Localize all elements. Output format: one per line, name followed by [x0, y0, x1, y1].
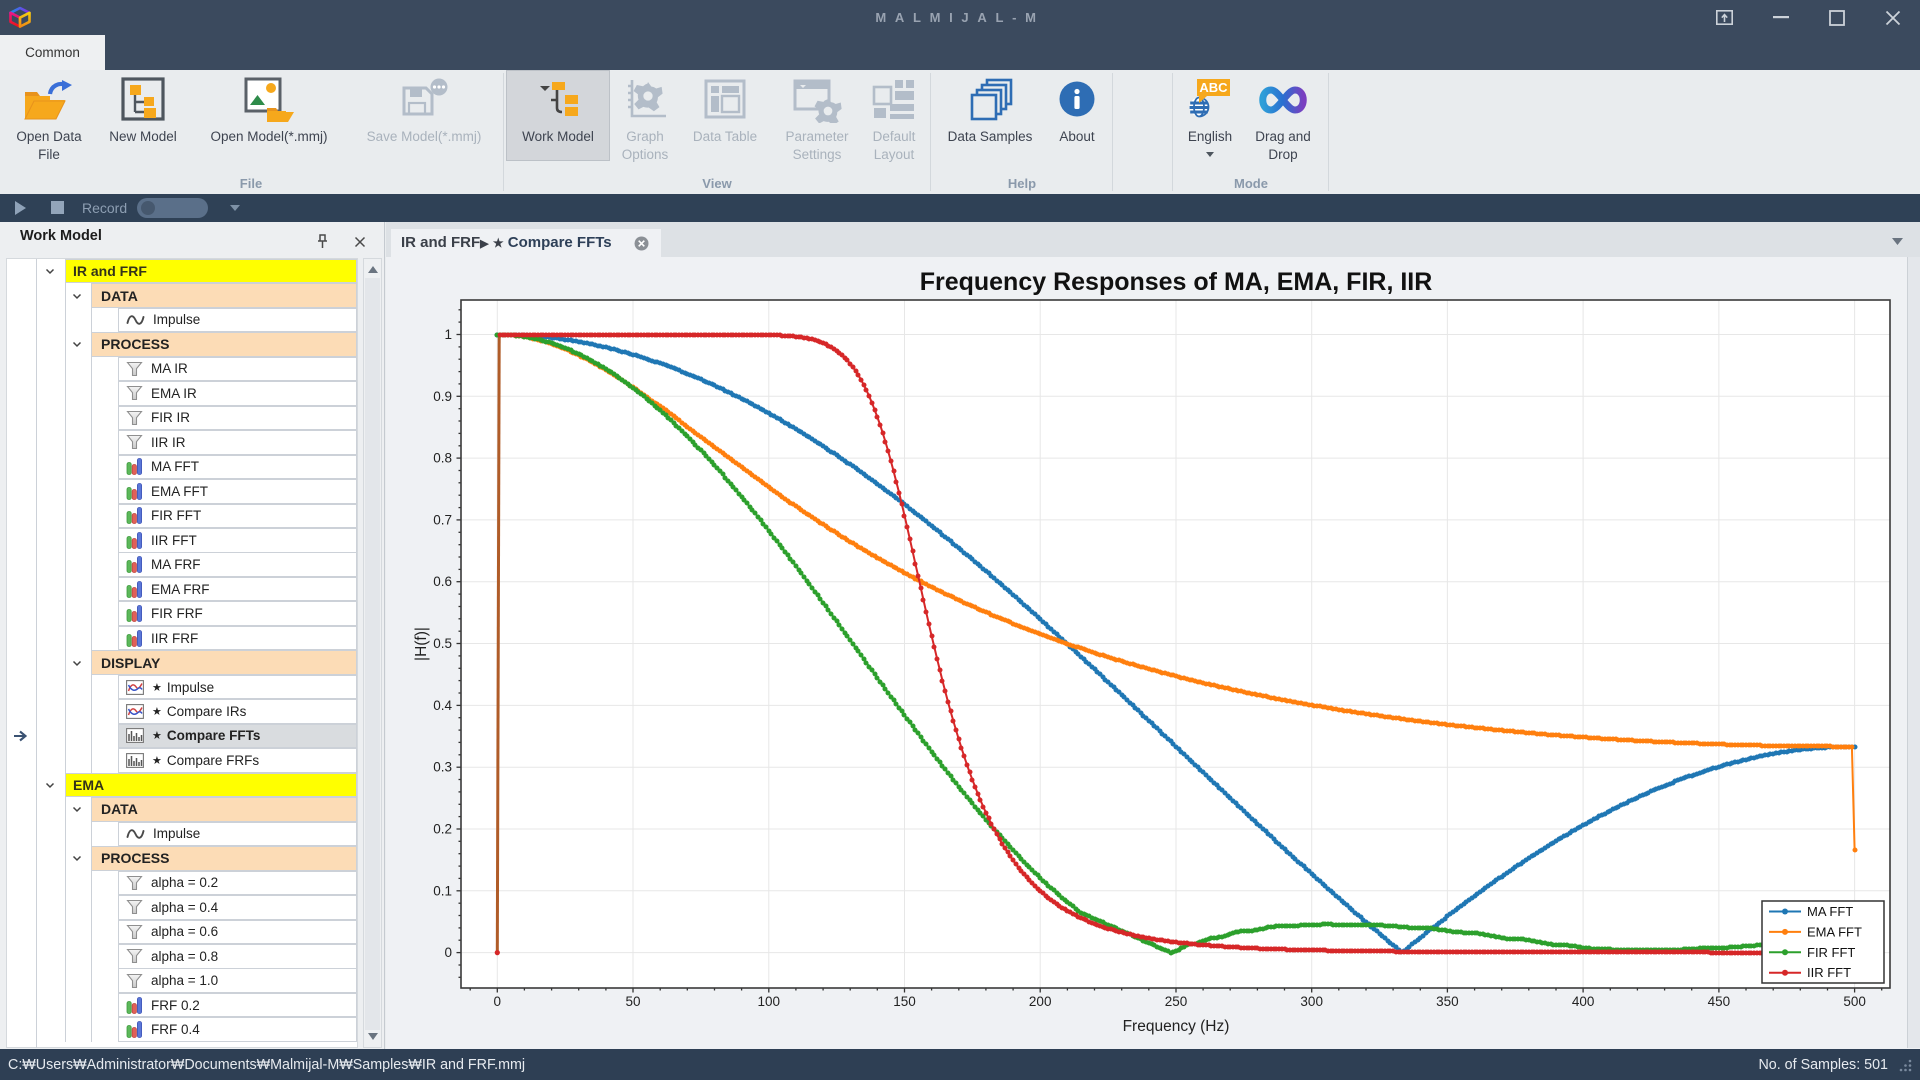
svg-text:0: 0 [444, 945, 452, 960]
svg-text:0.9: 0.9 [433, 389, 452, 404]
svg-text:0.6: 0.6 [433, 574, 452, 589]
svg-text:Frequency Responses of MA, EMA: Frequency Responses of MA, EMA, FIR, IIR [920, 268, 1433, 296]
svg-text:500: 500 [1843, 994, 1866, 1009]
svg-text:300: 300 [1300, 994, 1323, 1009]
svg-text:50: 50 [625, 994, 640, 1009]
svg-text:450: 450 [1708, 994, 1731, 1009]
svg-text:Frequency (Hz): Frequency (Hz) [1123, 1018, 1230, 1035]
svg-text:250: 250 [1165, 994, 1188, 1009]
svg-text:0.4: 0.4 [433, 698, 452, 713]
svg-text:IIR FFT: IIR FFT [1807, 965, 1851, 980]
svg-text:0.8: 0.8 [433, 451, 452, 466]
svg-text:ABC: ABC [1199, 80, 1228, 95]
svg-text:0: 0 [494, 994, 502, 1009]
svg-text:0.1: 0.1 [433, 883, 452, 898]
svg-text:EMA FFT: EMA FFT [1807, 924, 1862, 939]
svg-text:1: 1 [444, 327, 452, 342]
svg-text:|H(f)|: |H(f)| [413, 627, 430, 661]
svg-text:0.3: 0.3 [433, 760, 452, 775]
svg-text:350: 350 [1436, 994, 1459, 1009]
svg-text:150: 150 [893, 994, 916, 1009]
svg-text:FIR FFT: FIR FFT [1807, 945, 1855, 960]
svg-text:200: 200 [1029, 994, 1052, 1009]
svg-text:400: 400 [1572, 994, 1595, 1009]
svg-text:0.2: 0.2 [433, 822, 452, 837]
svg-text:0.7: 0.7 [433, 512, 452, 527]
svg-text:0.5: 0.5 [433, 636, 452, 651]
svg-text:100: 100 [758, 994, 781, 1009]
svg-text:MA FFT: MA FFT [1807, 904, 1853, 919]
